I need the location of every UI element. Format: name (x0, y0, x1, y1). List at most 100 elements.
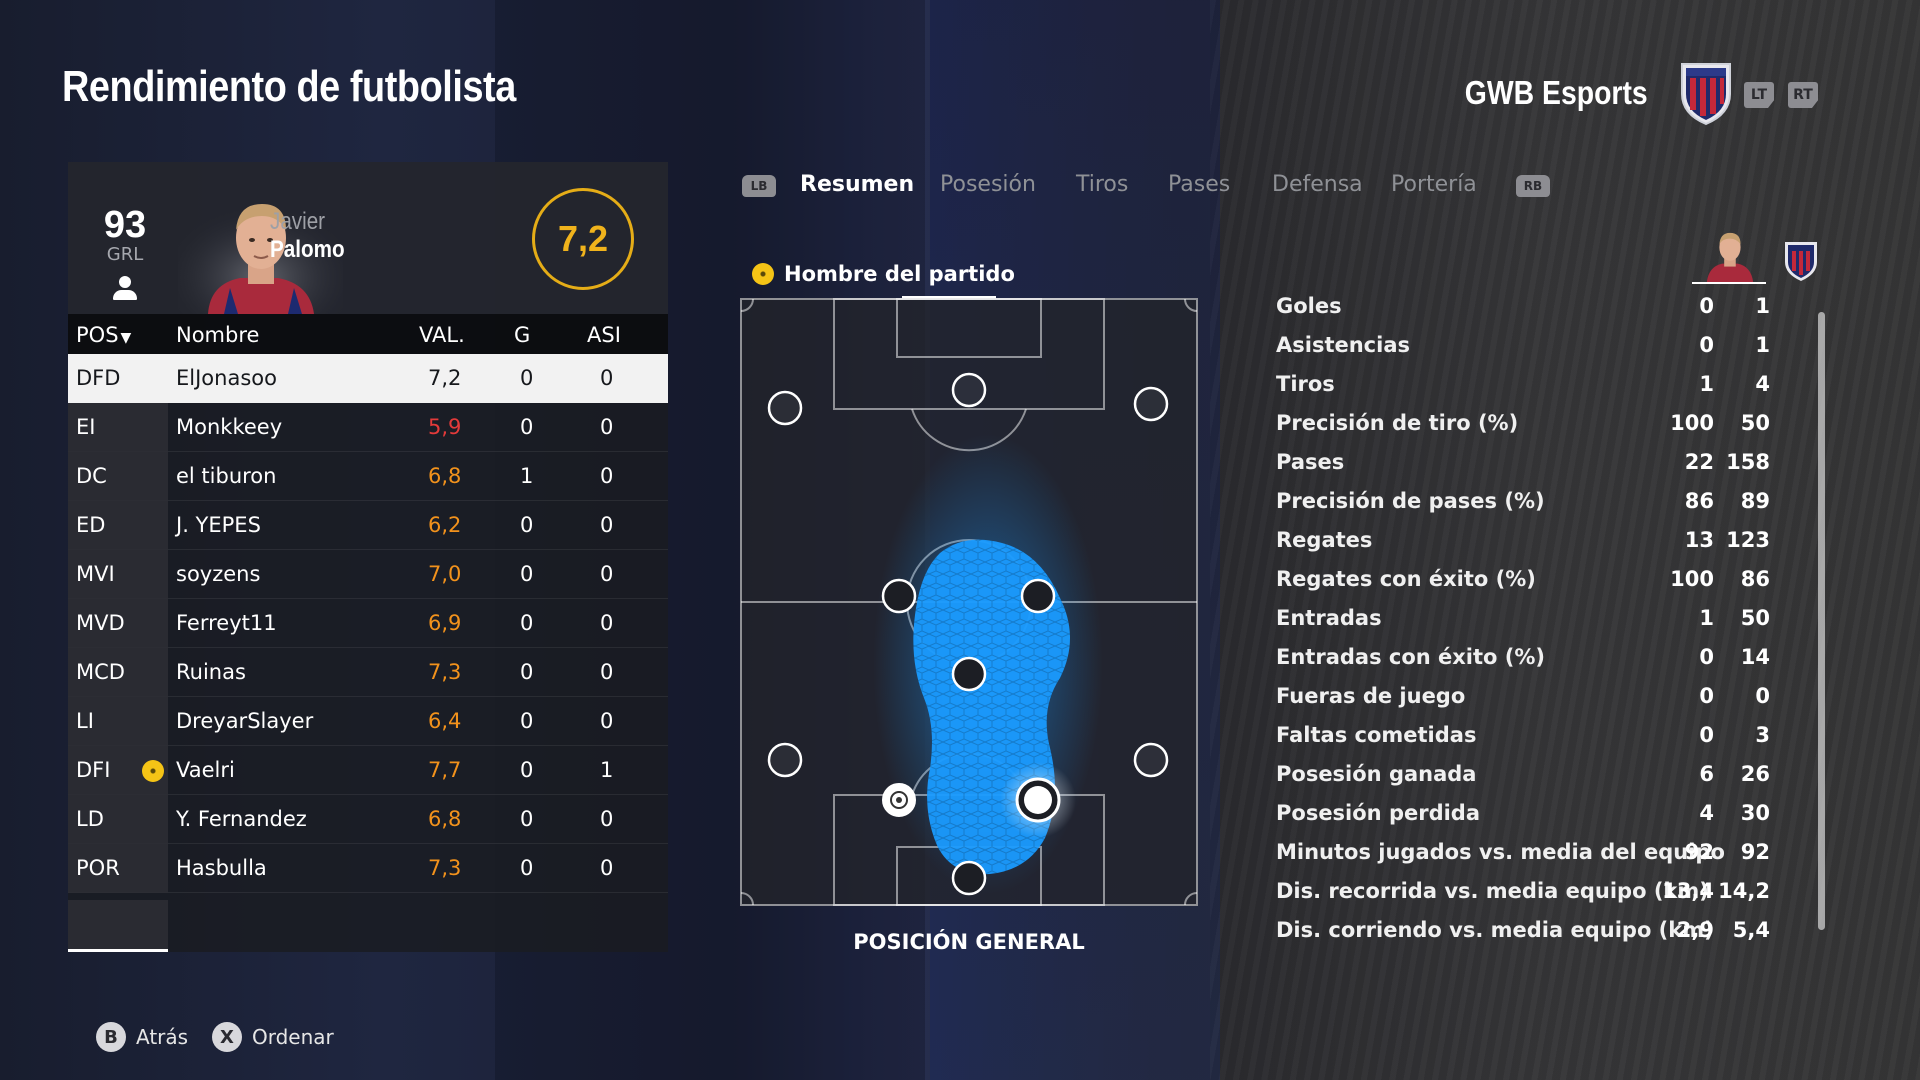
stat-player-value: 13,4 (1662, 879, 1714, 903)
stat-label: Asistencias (1276, 333, 1410, 357)
scrollbar-thumb[interactable] (1818, 312, 1825, 930)
row-assists: 0 (600, 709, 614, 733)
header-name[interactable]: Nombre (176, 323, 259, 347)
row-goals: 0 (520, 660, 534, 684)
list-footer (68, 900, 168, 952)
header-goals[interactable]: G (514, 323, 530, 347)
row-player-name: Y. Fernandez (176, 807, 307, 831)
stat-team-value: 86 (1740, 567, 1770, 591)
man-of-the-match: Hombre del partido (752, 262, 1015, 286)
stat-label: Precisión de pases (%) (1276, 489, 1545, 513)
stats-scrollbar[interactable] (1818, 312, 1825, 930)
stat-label: Precisión de tiro (%) (1276, 411, 1519, 435)
row-goals: 0 (520, 758, 534, 782)
stat-player-value: 4 (1699, 801, 1714, 825)
row-position: MVI (76, 562, 115, 586)
row-assists: 0 (600, 611, 614, 635)
stat-player-value: 2,9 (1676, 918, 1714, 942)
stat-label: Dis. recorrida vs. media equipo (km) (1276, 879, 1709, 903)
team-crest-icon (1681, 63, 1731, 126)
row-goals: 0 (520, 366, 534, 390)
player-mini-portrait (1692, 232, 1766, 284)
row-goals: 0 (520, 611, 534, 635)
table-row[interactable]: MVD Ferreyt11 6,9 0 0 (68, 599, 668, 648)
tab-2[interactable]: Posesión (940, 172, 1036, 197)
stat-row: Dis. corriendo vs. media equipo (km) 2,9 5… (1276, 911, 1816, 950)
table-row[interactable]: ED J. YEPES 6,2 0 0 (68, 501, 668, 550)
table-row[interactable]: MCD Ruinas 7,3 0 0 (68, 648, 668, 697)
overall-label: GRL (106, 244, 144, 265)
stat-row: Pases 22 158 (1276, 443, 1816, 482)
tab-1[interactable]: Resumen (800, 172, 914, 197)
back-label: Atrás (136, 1025, 189, 1049)
row-player-name: Vaelri (176, 758, 235, 782)
row-position: DC (76, 464, 107, 488)
stat-team-value: 0 (1755, 684, 1770, 708)
tab-4[interactable]: Pases (1168, 172, 1230, 197)
stat-team-value: 1 (1755, 333, 1770, 357)
stat-player-value: 0 (1699, 645, 1714, 669)
stat-label: Regates (1276, 528, 1373, 552)
stat-label: Fueras de juego (1276, 684, 1466, 708)
stat-team-value: 5,4 (1732, 918, 1770, 942)
b-button-icon: B (96, 1022, 126, 1052)
row-rating: 6,9 (428, 611, 462, 635)
tab-6[interactable]: Portería (1391, 172, 1477, 197)
tab-5[interactable]: Defensa (1272, 172, 1363, 197)
stat-player-value: 100 (1670, 411, 1714, 435)
lt-trigger-button[interactable]: LT (1744, 82, 1774, 108)
stat-row: Minutos jugados vs. media del equipo 92 92 (1276, 833, 1816, 872)
header-pos-label: POS (76, 323, 119, 347)
stat-label: Dis. corriendo vs. media equipo (km) (1276, 918, 1714, 942)
stat-row: Regates con éxito (%) 100 86 (1276, 560, 1816, 599)
table-row[interactable]: EI Monkkeey 5,9 0 0 (68, 403, 668, 452)
back-button[interactable]: B Atrás (96, 1022, 188, 1052)
row-position: MVD (76, 611, 125, 635)
table-row[interactable]: MVI soyzens 7,0 0 0 (68, 550, 668, 599)
sort-column-pos[interactable]: POS ▼ (76, 323, 131, 347)
stat-team-value: 158 (1726, 450, 1770, 474)
motm-ball-icon (752, 263, 774, 285)
stat-tabs: LB Resumen Posesión Tiros Pases Defensa Porte… (742, 170, 1562, 210)
row-goals: 0 (520, 415, 534, 439)
row-player-name: el tiburon (176, 464, 277, 488)
stat-player-value: 0 (1699, 294, 1714, 318)
lb-bumper-button[interactable]: LB (742, 175, 776, 197)
header-val[interactable]: VAL. (419, 323, 465, 347)
row-goals: 0 (520, 513, 534, 537)
stat-player-value: 22 (1684, 450, 1714, 474)
table-row[interactable]: POR Hasbulla 7,3 0 0 (68, 844, 668, 893)
table-row[interactable]: LI DreyarSlayer 6,4 0 0 (68, 697, 668, 746)
stat-row: Fueras de juego 0 0 (1276, 677, 1816, 716)
table-row[interactable]: DC el tiburon 6,8 1 0 (68, 452, 668, 501)
table-row[interactable]: DFI Vaelri 7,7 0 1 (68, 746, 668, 795)
row-assists: 0 (600, 807, 614, 831)
row-assists: 0 (600, 366, 614, 390)
row-position: DFI (76, 758, 111, 782)
stat-label: Regates con éxito (%) (1276, 567, 1536, 591)
row-position: LI (76, 709, 94, 733)
rt-trigger-button[interactable]: RT (1788, 82, 1818, 108)
player-card: 93 GRL Javier Palomo 7,2 (68, 162, 668, 314)
player-list: DFD ElJonasoo 7,2 0 0 EI Monkkeey 5,9 0 0 DC el tib… (68, 354, 668, 893)
sort-down-icon: ▼ (120, 330, 132, 346)
stat-row: Dis. recorrida vs. media equipo (km) 13,4… (1276, 872, 1816, 911)
row-rating: 7,0 (428, 562, 462, 586)
stat-player-value: 13 (1684, 528, 1714, 552)
row-position: POR (76, 856, 120, 880)
row-goals: 1 (520, 464, 534, 488)
row-assists: 0 (600, 660, 614, 684)
row-rating: 6,8 (428, 807, 462, 831)
stat-player-value: 86 (1684, 489, 1714, 513)
rb-bumper-button[interactable]: RB (1516, 175, 1550, 197)
header-assists[interactable]: ASI (587, 323, 621, 347)
stat-row: Entradas 1 50 (1276, 599, 1816, 638)
stat-row: Tiros 1 4 (1276, 365, 1816, 404)
table-row[interactable]: DFD ElJonasoo 7,2 0 0 (68, 354, 668, 403)
table-row[interactable]: LD Y. Fernandez 6,8 0 0 (68, 795, 668, 844)
stat-team-value: 92 (1740, 840, 1770, 864)
stat-player-value: 0 (1699, 723, 1714, 747)
sort-button[interactable]: X Ordenar (212, 1022, 334, 1052)
tab-3[interactable]: Tiros (1076, 172, 1128, 197)
stat-team-value: 30 (1740, 801, 1770, 825)
